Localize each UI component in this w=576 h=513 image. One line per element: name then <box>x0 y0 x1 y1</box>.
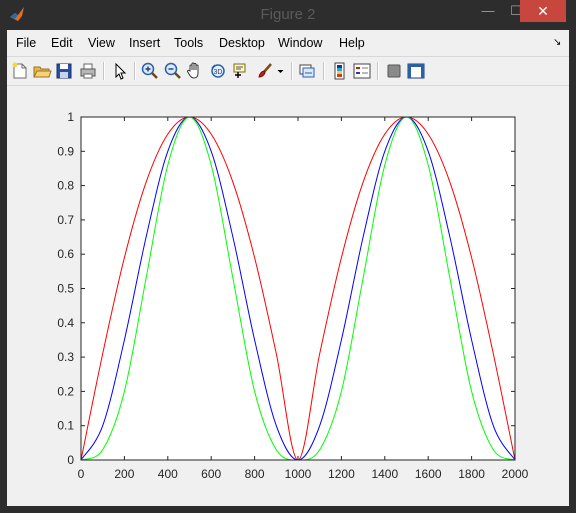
hide-plot-tools-icon[interactable] <box>384 61 404 81</box>
show-plot-tools-icon[interactable] <box>406 61 426 81</box>
menu-insert[interactable]: Insert <box>129 30 160 56</box>
y-tick-label: 0.2 <box>57 384 74 398</box>
data-cursor-icon[interactable] <box>231 61 251 81</box>
y-tick-label: 0 <box>67 453 74 467</box>
x-tick-label: 1200 <box>328 467 355 481</box>
dock-arrow-icon[interactable]: ↘ <box>553 37 561 48</box>
brush-icon[interactable] <box>255 61 275 81</box>
toolbar-separator <box>134 62 136 80</box>
menu-desktop[interactable]: Desktop <box>219 30 265 56</box>
x-tick-label: 1000 <box>285 467 312 481</box>
x-tick-label: 400 <box>158 467 178 481</box>
rotate-3d-icon[interactable]: 3D <box>208 61 228 81</box>
svg-text:3D: 3D <box>214 69 223 76</box>
colorbar-icon[interactable] <box>330 61 350 81</box>
chevron-down-icon[interactable] <box>276 61 285 81</box>
x-tick-label: 1400 <box>371 467 398 481</box>
zoom-out-icon[interactable] <box>163 61 183 81</box>
close-button[interactable]: ✕ <box>520 0 566 22</box>
minimize-button[interactable]: — <box>474 0 502 22</box>
toolbar-separator <box>377 62 379 80</box>
pan-hand-icon[interactable] <box>185 61 205 81</box>
figure-client-area: File Edit View Insert Tools Desktop Wind… <box>7 30 569 506</box>
x-tick-label: 0 <box>78 467 85 481</box>
toolbar-separator <box>291 62 293 80</box>
y-tick-label: 1 <box>67 110 74 124</box>
y-tick-label: 0.9 <box>57 144 74 158</box>
toolbar-separator <box>103 62 105 80</box>
menu-edit[interactable]: Edit <box>51 30 73 56</box>
x-tick-label: 2000 <box>502 467 529 481</box>
print-icon[interactable] <box>78 61 98 81</box>
y-tick-label: 0.1 <box>57 419 74 433</box>
x-tick-label: 1600 <box>415 467 442 481</box>
x-tick-label: 1800 <box>458 467 485 481</box>
y-tick-label: 0.4 <box>57 316 74 330</box>
legend-icon[interactable] <box>352 61 372 81</box>
y-tick-label: 0.8 <box>57 179 74 193</box>
menu-tools[interactable]: Tools <box>174 30 203 56</box>
figure-toolbar: 3D <box>7 56 569 86</box>
figure-canvas: 0 200 400 600 800 1000 1200 1400 1600 1800 2000 0 0.… <box>7 86 569 506</box>
x-tick-label: 600 <box>201 467 221 481</box>
menu-help[interactable]: Help <box>339 30 365 56</box>
menu-file[interactable]: File <box>16 30 36 56</box>
title-bar[interactable]: Figure 2 — ☐ ✕ <box>0 0 576 30</box>
line-plot[interactable]: 0 200 400 600 800 1000 1200 1400 1600 1800 2000 0 0.… <box>7 86 569 506</box>
y-tick-label: 0.5 <box>57 282 74 296</box>
zoom-in-icon[interactable] <box>140 61 160 81</box>
open-file-icon[interactable] <box>32 61 52 81</box>
figure-window: Figure 2 — ☐ ✕ File Edit View Insert Too… <box>0 0 576 513</box>
x-tick-label: 800 <box>245 467 265 481</box>
x-tick-label: 200 <box>114 467 134 481</box>
menu-bar: File Edit View Insert Tools Desktop Wind… <box>7 30 569 56</box>
axes-background <box>81 117 515 460</box>
y-tick-label: 0.6 <box>57 247 74 261</box>
y-tick-label: 0.3 <box>57 350 74 364</box>
pointer-arrow-icon[interactable] <box>110 61 130 81</box>
new-figure-icon[interactable] <box>10 61 30 81</box>
toolbar-separator <box>323 62 325 80</box>
save-icon[interactable] <box>54 61 74 81</box>
menu-window[interactable]: Window <box>278 30 322 56</box>
menu-view[interactable]: View <box>88 30 115 56</box>
y-tick-label: 0.7 <box>57 213 74 227</box>
link-plot-icon[interactable] <box>297 61 317 81</box>
